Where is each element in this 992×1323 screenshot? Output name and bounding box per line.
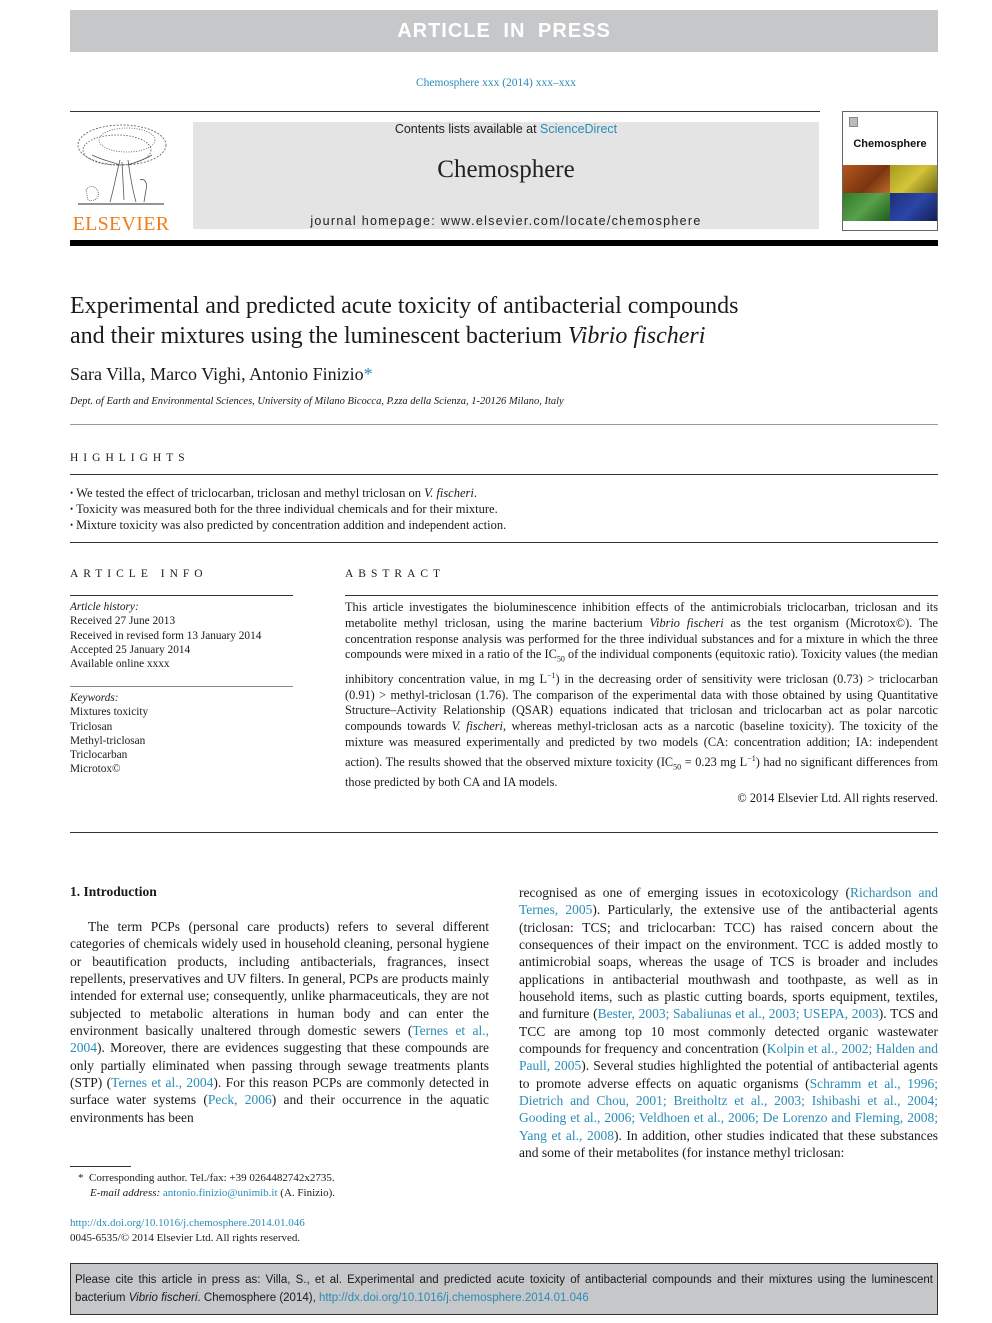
paragraph: The term PCPs (personal care products) r…	[70, 919, 489, 1125]
citation-link[interactable]: Peck, 2006	[208, 1092, 272, 1107]
contents-available-line: Contents lists available at ScienceDirec…	[394, 122, 618, 136]
keyword: Mixtures toxicity	[70, 706, 149, 719]
paragraph: recognised as one of emerging issues in …	[519, 885, 938, 1161]
cover-title: Chemosphere	[853, 138, 927, 150]
corresponding-author-note: * Corresponding author. Tel./fax: +39 02…	[78, 1172, 335, 1184]
divider	[70, 424, 938, 425]
keyword: Triclocarban	[70, 749, 128, 762]
article-history: Article history: Received 27 June 2013 R…	[70, 601, 262, 671]
divider	[70, 686, 293, 687]
history-entry: Received 27 June 2013	[70, 615, 176, 628]
email-note: E-mail address: antonio.finizio@unimib.i…	[90, 1187, 335, 1199]
journal-cover-thumbnail[interactable]: Chemosphere	[842, 111, 938, 231]
divider	[70, 474, 938, 475]
body-column-right: recognised as one of emerging issues in …	[519, 884, 938, 1162]
cover-tile-orange	[843, 165, 890, 193]
citation-link[interactable]: Bester, 2003; Sabaliunas et al., 2003; U…	[598, 1006, 879, 1021]
journal-title: Chemosphere	[437, 156, 575, 183]
email-link[interactable]: antonio.finizio@unimib.it	[163, 1187, 278, 1199]
divider	[70, 832, 938, 833]
masthead-bottom-rule	[70, 240, 938, 246]
highlight-item: We tested the effect of triclocarban, tr…	[70, 486, 506, 502]
sciencedirect-link[interactable]: ScienceDirect	[540, 122, 617, 136]
section-heading-introduction: 1. Introduction	[70, 884, 157, 899]
banner-label: ARTICLE IN PRESS	[397, 19, 611, 42]
keyword: Microtox©	[70, 763, 121, 776]
history-entry: Received in revised form 13 January 2014	[70, 629, 262, 642]
abstract-copyright: © 2014 Elsevier Ltd. All rights reserved…	[737, 791, 938, 805]
doi-block: http://dx.doi.org/10.1016/j.chemosphere.…	[70, 1216, 305, 1246]
elsevier-tree-icon	[77, 124, 167, 205]
author-list: Sara Villa, Marco Vighi, Antonio Finizio…	[70, 364, 373, 384]
divider	[70, 542, 938, 543]
article-info-heading: ARTICLE INFO	[70, 568, 208, 580]
citation-doi-link[interactable]: http://dx.doi.org/10.1016/j.chemosphere.…	[319, 1292, 589, 1304]
highlights-heading: HIGHLIGHTS	[70, 452, 190, 464]
history-entry: Available online xxxx	[70, 658, 170, 671]
affiliation: Dept. of Earth and Environmental Science…	[70, 396, 564, 407]
journal-homepage[interactable]: journal homepage: www.elsevier.com/locat…	[193, 214, 819, 228]
cover-tile-yellow	[890, 165, 937, 193]
article-title: Experimental and predicted acute toxicit…	[70, 293, 739, 349]
abstract-text: This article investigates the biolumines…	[345, 600, 938, 790]
highlights-list: We tested the effect of triclocarban, tr…	[70, 486, 506, 534]
keywords: Keywords: Mixtures toxicity Triclosan Me…	[70, 692, 149, 776]
footnotes: * Corresponding author. Tel./fax: +39 02…	[78, 1171, 335, 1201]
highlight-item: Mixture toxicity was also predicted by c…	[70, 518, 506, 534]
cover-tile-green	[843, 193, 890, 221]
journal-masthead: Contents lists available at ScienceDirec…	[193, 122, 819, 229]
highlight-item: Toxicity was measured both for the three…	[70, 502, 506, 518]
article-in-press-banner: ARTICLE IN PRESS	[70, 10, 938, 52]
history-entry: Accepted 25 January 2014	[70, 643, 191, 656]
journal-reference-link[interactable]: Chemosphere xxx (2014) xxx–xxx	[0, 77, 992, 89]
corresponding-author-marker[interactable]: *	[364, 364, 373, 384]
cover-tile-blue	[890, 193, 937, 221]
divider	[70, 595, 293, 596]
keyword: Triclosan	[70, 720, 113, 733]
keyword: Methyl-triclosan	[70, 734, 146, 747]
divider	[345, 595, 938, 596]
doi-link[interactable]: http://dx.doi.org/10.1016/j.chemosphere.…	[70, 1217, 305, 1229]
cover-leaves-image	[843, 165, 937, 221]
abstract-heading: ABSTRACT	[345, 568, 446, 580]
citation-link[interactable]: Ternes et al., 2004	[111, 1075, 213, 1090]
elsevier-wordmark: ELSEVIER	[72, 213, 170, 235]
body-column-left: The term PCPs (personal care products) r…	[70, 918, 489, 1126]
citation-box: Please cite this article in press as: Vi…	[70, 1263, 938, 1315]
elsevier-logo[interactable]: ELSEVIER	[70, 118, 172, 235]
footnote-rule	[70, 1166, 131, 1167]
issn-copyright: 0045-6535/© 2014 Elsevier Ltd. All right…	[70, 1232, 301, 1244]
masthead-top-rule	[70, 111, 820, 112]
cover-publisher-icon	[849, 117, 858, 127]
